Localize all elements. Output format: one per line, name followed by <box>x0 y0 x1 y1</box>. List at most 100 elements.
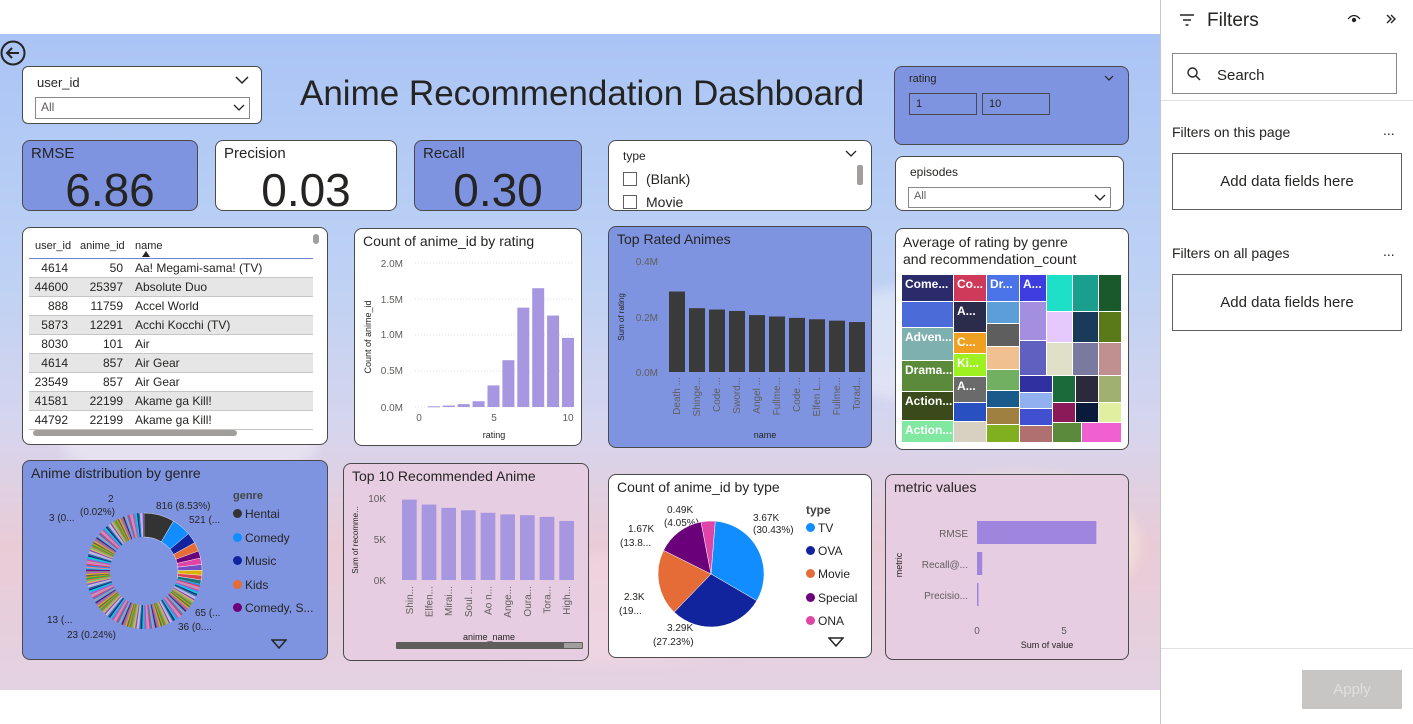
horizontal-scrollbar[interactable] <box>33 430 237 436</box>
table-row[interactable]: 4614 50 Aa! Megami-sama! (TV) <box>29 258 313 277</box>
treemap-cell[interactable] <box>1076 376 1098 402</box>
legend-item[interactable]: Kids <box>233 574 313 598</box>
treemap-cell[interactable] <box>1076 403 1098 422</box>
treemap-cell[interactable] <box>987 302 1019 323</box>
rating-slicer[interactable]: rating 1 10 <box>894 66 1129 145</box>
bar[interactable] <box>849 322 865 372</box>
treemap-cell[interactable] <box>1099 275 1121 311</box>
bar[interactable] <box>789 317 805 372</box>
treemap-cell[interactable]: Co... <box>954 275 986 301</box>
caret-down-icon[interactable] <box>271 639 287 649</box>
legend-item[interactable]: Movie <box>806 563 857 586</box>
treemap-cell[interactable] <box>1073 275 1098 311</box>
sort-asc-icon[interactable] <box>142 251 150 257</box>
bar[interactable] <box>749 315 765 372</box>
legend-item[interactable]: Comedy, S... <box>233 597 313 621</box>
bar[interactable] <box>487 385 500 407</box>
bar[interactable] <box>502 360 515 407</box>
treemap-cell[interactable] <box>1053 423 1081 442</box>
bar[interactable] <box>769 316 785 373</box>
treemap-cell[interactable] <box>1099 343 1121 375</box>
table-row[interactable]: 8030 101 Air <box>29 334 313 353</box>
column-header[interactable]: anime_id <box>74 234 129 258</box>
treemap-cell[interactable] <box>1047 275 1072 311</box>
apply-button[interactable]: Apply <box>1302 670 1402 709</box>
treemap-cell[interactable] <box>1073 312 1098 342</box>
treemap-cell[interactable] <box>1020 341 1046 375</box>
bar[interactable] <box>562 337 574 407</box>
treemap-cell[interactable] <box>1047 312 1072 342</box>
horizontal-scrollbar[interactable] <box>396 642 583 649</box>
vertical-scrollbar[interactable] <box>313 234 319 244</box>
legend-item[interactable]: ONA <box>806 610 857 633</box>
chevron-down-icon[interactable] <box>845 150 857 158</box>
treemap-cell[interactable] <box>1047 343 1072 375</box>
bar[interactable] <box>689 308 705 372</box>
bar[interactable] <box>559 520 574 580</box>
eye-icon[interactable] <box>1347 13 1361 25</box>
treemap-cell[interactable] <box>987 391 1019 407</box>
treemap-cell[interactable] <box>954 422 986 442</box>
treemap-cell[interactable]: A... <box>1020 275 1046 301</box>
treemap-cell[interactable] <box>1099 403 1121 422</box>
legend-item[interactable]: Special <box>806 587 857 610</box>
bar[interactable] <box>427 406 440 408</box>
bar[interactable] <box>809 319 825 372</box>
bar[interactable] <box>517 307 530 407</box>
column-header[interactable]: user_id <box>29 234 74 258</box>
scrollbar-thumb[interactable] <box>564 643 582 648</box>
treemap-cell[interactable] <box>1020 409 1052 425</box>
treemap-cell[interactable]: Drama... <box>902 361 953 391</box>
table-row[interactable]: 23549 857 Air Gear <box>29 372 313 391</box>
bar[interactable] <box>669 291 685 372</box>
type-option-movie[interactable]: Movie <box>623 194 683 210</box>
collapse-pane-icon[interactable] <box>1385 13 1397 25</box>
episodes-slicer[interactable]: episodes All <box>895 156 1124 211</box>
user-id-slicer[interactable]: user_id All <box>22 66 262 124</box>
bar[interactable] <box>977 552 983 575</box>
chevron-down-icon[interactable] <box>235 75 249 85</box>
table-row[interactable]: 41581 22199 Akame ga Kill! <box>29 391 313 410</box>
treemap-cell[interactable] <box>1053 376 1075 402</box>
treemap-cell[interactable] <box>954 403 986 421</box>
bar[interactable] <box>977 583 979 606</box>
treemap-cell[interactable] <box>987 425 1019 442</box>
table-row[interactable]: 5873 12291 Acchi Kocchi (TV) <box>29 315 313 334</box>
treemap-cell[interactable] <box>1073 343 1098 375</box>
type-option-blank[interactable]: (Blank) <box>623 171 690 187</box>
legend-item[interactable]: OVA <box>806 540 857 563</box>
treemap-cell[interactable]: Ki... <box>954 354 986 376</box>
back-arrow-icon[interactable] <box>0 40 26 66</box>
treemap-cell[interactable] <box>1082 423 1121 442</box>
treemap-cell[interactable] <box>1099 312 1121 342</box>
treemap-cell[interactable] <box>902 302 953 327</box>
treemap-cell[interactable] <box>1053 403 1075 422</box>
bar[interactable] <box>709 309 725 372</box>
add-data-fields-this-page[interactable]: Add data fields here <box>1172 153 1402 210</box>
treemap-cell[interactable]: A... <box>954 377 986 402</box>
more-options-button[interactable]: ... <box>1383 122 1395 138</box>
add-data-fields-all-pages[interactable]: Add data fields here <box>1172 274 1402 331</box>
bar[interactable] <box>977 521 1097 544</box>
episodes-dropdown[interactable]: All <box>908 187 1111 208</box>
filters-search-box[interactable]: Search <box>1172 53 1397 94</box>
bar[interactable] <box>829 320 845 372</box>
checkbox[interactable] <box>623 172 637 186</box>
bar[interactable] <box>500 514 515 580</box>
treemap-cell[interactable] <box>987 370 1019 390</box>
treemap-cell[interactable]: Action... <box>902 392 953 420</box>
scrollbar[interactable] <box>857 165 863 185</box>
legend-item[interactable]: Comedy <box>233 527 313 551</box>
bar[interactable] <box>441 507 456 580</box>
bar[interactable] <box>729 310 745 372</box>
type-slicer[interactable]: type (Blank) Movie <box>608 140 872 211</box>
legend-item[interactable]: TV <box>806 517 857 540</box>
legend-item[interactable]: Music <box>233 550 313 574</box>
bar[interactable] <box>520 515 535 580</box>
table-row[interactable]: 888 11759 Accel World <box>29 296 313 315</box>
more-options-button[interactable]: ... <box>1383 243 1395 259</box>
treemap-cell[interactable] <box>987 347 1019 369</box>
table-row[interactable]: 44600 25397 Absolute Duo <box>29 277 313 296</box>
table-row[interactable]: 44792 22199 Akame ga Kill! <box>29 410 313 429</box>
treemap-cell[interactable]: Adven... <box>902 328 953 360</box>
